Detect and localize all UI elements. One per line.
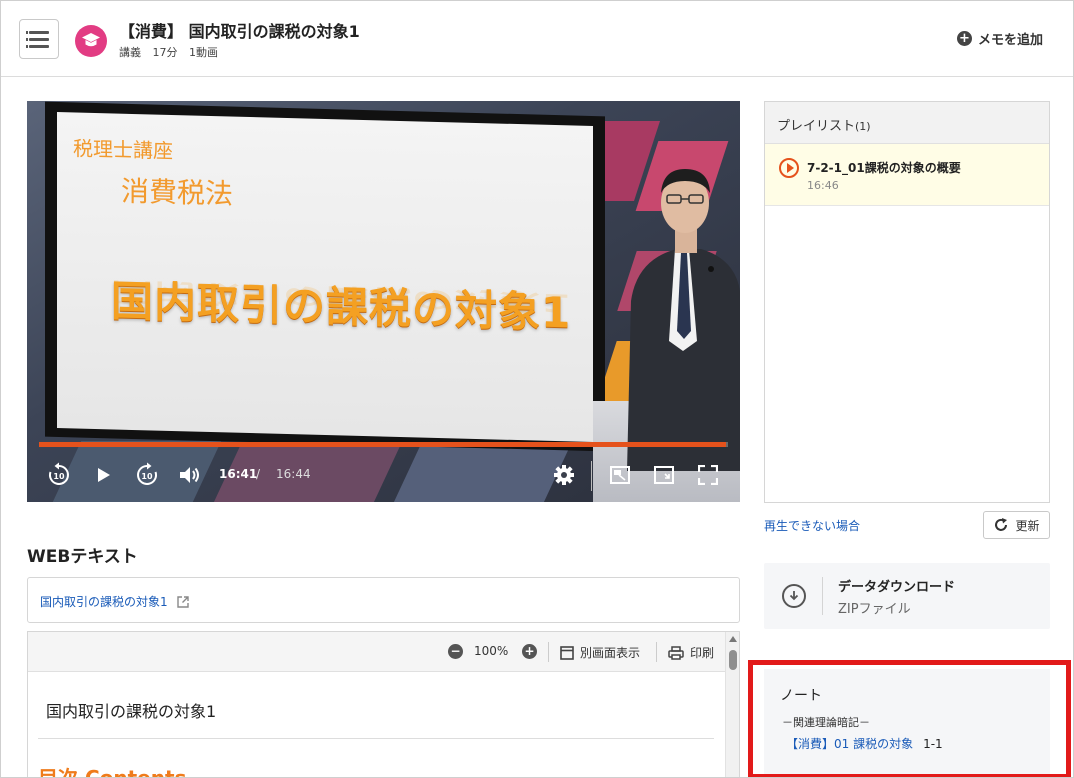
play-button[interactable]	[91, 461, 115, 489]
add-memo-button[interactable]: + メモを追加	[956, 29, 1043, 48]
separate-window-label: 別画面表示	[580, 646, 641, 660]
playlist-count: (1)	[855, 120, 871, 133]
time-separator: /	[256, 467, 261, 481]
playlist-panel: プレイリスト(1) 7-2-1_01課税の対象の概要 16:46	[764, 101, 1050, 503]
slide-subject: 消費税法	[121, 174, 234, 211]
web-text-heading: WEBテキスト	[27, 547, 138, 567]
playlist-header: プレイリスト(1)	[765, 102, 1049, 144]
playlist-item-title: 7-2-1_01課税の対象の概要	[807, 161, 961, 175]
lecture-meta: 講義 17分 1動画	[119, 44, 226, 60]
zoom-level: 100%	[474, 644, 509, 658]
download-divider	[822, 577, 823, 615]
print-button[interactable]: 印刷	[668, 644, 714, 661]
fullscreen-icon	[698, 465, 718, 485]
add-memo-label: メモを追加	[977, 33, 1043, 48]
print-label: 印刷	[690, 646, 715, 660]
video-duration: 16:44	[276, 467, 311, 481]
play-icon	[98, 468, 110, 482]
scroll-thumb[interactable]	[729, 650, 737, 670]
minus-circle-icon: −	[448, 644, 463, 659]
document-title: 国内取引の課税の対象1	[46, 702, 217, 721]
theater-mode-button[interactable]	[651, 461, 677, 489]
slide-course-name: 税理士講座	[73, 136, 173, 164]
playlist-heading-label: プレイリスト	[777, 119, 856, 134]
cant-play-link[interactable]: 再生できない場合	[764, 517, 860, 534]
external-link-icon	[176, 595, 189, 608]
refresh-icon	[995, 518, 1008, 531]
toolbar-divider	[656, 642, 657, 662]
document-viewer: − 100% + 別画面表示 印刷 国内取引の課税の対象1 目次 Content…	[27, 631, 740, 778]
menu-button[interactable]	[19, 19, 59, 59]
video-controls: 10 10 16:41 / 16:44	[27, 453, 740, 502]
playlist-heading: プレイリスト(1)	[777, 115, 871, 134]
note-highlight-box	[748, 660, 1071, 777]
volume-icon	[180, 467, 199, 483]
web-text-link-box: 国内取引の課税の対象1	[27, 577, 740, 623]
lecture-type: 講義	[119, 46, 141, 59]
picture-in-picture-icon	[610, 466, 630, 484]
pip-button[interactable]	[607, 461, 633, 489]
document-divider	[38, 738, 714, 739]
document-toc-heading: 目次 Contents	[38, 766, 187, 778]
forward-10-button[interactable]: 10	[133, 461, 161, 489]
zoom-out-button[interactable]: −	[448, 644, 463, 659]
current-time: 16:41	[219, 467, 258, 481]
forward-10-icon: 10	[137, 462, 157, 485]
gear-icon	[554, 465, 574, 485]
rewind-10-icon: 10	[49, 462, 69, 485]
download-subtitle: ZIPファイル	[838, 602, 911, 617]
video-progress-bar[interactable]	[39, 442, 728, 447]
theater-mode-icon	[654, 466, 674, 484]
refresh-label: 更新	[1015, 518, 1040, 533]
printer-icon	[668, 645, 684, 660]
refresh-button[interactable]: 更新	[983, 511, 1050, 539]
scroll-up-arrow[interactable]	[729, 636, 737, 642]
web-text-link[interactable]: 国内取引の課税の対象1	[40, 593, 190, 610]
controls-divider	[591, 461, 592, 491]
menu-icon-line	[26, 38, 49, 41]
plus-circle-icon: +	[956, 31, 972, 46]
zoom-in-button[interactable]: +	[522, 644, 537, 659]
window-icon	[560, 645, 574, 660]
svg-text:10: 10	[141, 472, 153, 481]
lecture-video-count: 1動画	[189, 46, 218, 59]
web-text-link-label: 国内取引の課税の対象1	[40, 595, 168, 609]
fullscreen-button[interactable]	[695, 461, 721, 489]
toolbar-divider	[548, 642, 549, 662]
playlist-item[interactable]: 7-2-1_01課税の対象の概要 16:46	[765, 144, 1049, 206]
data-download-button[interactable]: データダウンロード ZIPファイル	[764, 563, 1050, 629]
page-title: 【消費】 国内取引の課税の対象1	[119, 22, 360, 41]
graduation-cap-icon	[75, 25, 107, 57]
lecture-duration: 17分	[152, 46, 178, 59]
menu-icon	[26, 31, 49, 34]
viewer-toolbar: − 100% + 別画面表示 印刷	[28, 632, 725, 672]
download-title: データダウンロード	[838, 580, 956, 595]
presenter-figure	[627, 169, 740, 471]
document-scrollbar[interactable]	[725, 632, 739, 777]
svg-text:10: 10	[53, 472, 65, 481]
settings-button[interactable]	[551, 461, 577, 489]
rewind-10-button[interactable]: 10	[45, 461, 73, 489]
app-window: 【消費】 国内取引の課税の対象1 講義 17分 1動画 + メモを追加 税理士講…	[0, 0, 1074, 778]
download-icon	[782, 584, 806, 608]
play-circle-icon	[779, 158, 799, 178]
volume-button[interactable]	[177, 461, 203, 489]
playlist-item-time: 16:46	[807, 179, 839, 192]
separate-window-button[interactable]: 別画面表示	[560, 644, 640, 661]
video-player[interactable]: 税理士講座 消費税法 国内取引の課税の対象1 国内取引の課税の対象1 10 10…	[27, 101, 740, 502]
header: 【消費】 国内取引の課税の対象1 講義 17分 1動画 + メモを追加	[1, 1, 1073, 77]
menu-icon-line	[26, 45, 49, 48]
slide-board: 税理士講座 消費税法 国内取引の課税の対象1 国内取引の課税の対象1	[45, 101, 605, 452]
plus-circle-icon: +	[522, 644, 537, 659]
slide-screen: 税理士講座 消費税法 国内取引の課税の対象1 国内取引の課税の対象1	[57, 111, 593, 443]
video-progress-fill	[39, 442, 726, 447]
